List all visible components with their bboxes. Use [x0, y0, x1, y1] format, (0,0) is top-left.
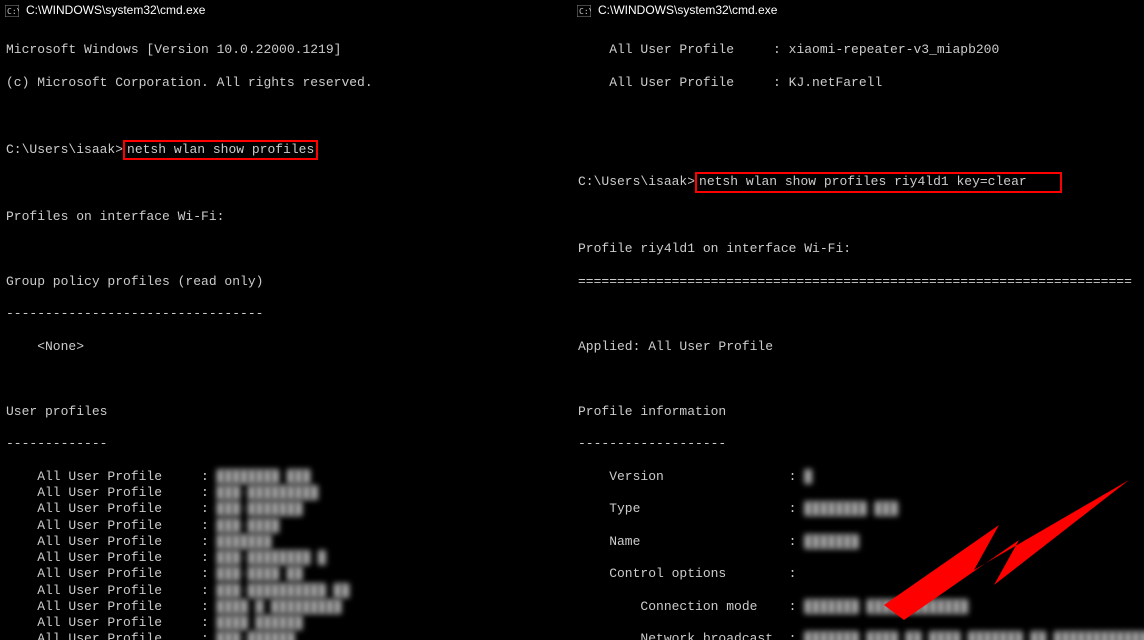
profile-label: All User Profile : — [6, 501, 217, 516]
svg-text:C:\: C:\ — [7, 7, 19, 16]
profile-label: All User Profile : — [6, 583, 217, 598]
profile-label: All User Profile : — [6, 615, 217, 630]
profile-value: ████████ ███ — [217, 469, 311, 484]
profile-row: All User Profile : ████████ ███ — [6, 469, 566, 485]
up-heading: User profiles — [6, 404, 566, 420]
profile-label: All User Profile : — [6, 485, 217, 500]
profile-value: ████ █ █████████ — [217, 599, 342, 614]
profile-row: All User Profile : ███-████████ █ — [6, 550, 566, 566]
right-prompt-line: C:\Users\isaak> netsh wlan show profiles … — [578, 172, 1138, 192]
top-profile-row-1: All User Profile : xiaomi-repeater-v3_mi… — [578, 42, 1138, 58]
pi-broadcast: Network broadcast : ███████ ████ ██ ████… — [578, 631, 1138, 640]
profile-label: All User Profile : — [6, 631, 217, 640]
gp-dashes: --------------------------------- — [6, 306, 566, 322]
profile-label: All User Profile : — [6, 469, 217, 484]
profile-row: All User Profile : ███-███████ — [6, 501, 566, 517]
profile-row: All User Profile : ███-█████████ — [6, 485, 566, 501]
profile-row: All User Profile : ███████ — [6, 534, 566, 550]
left-command-highlight: netsh wlan show profiles — [123, 140, 318, 160]
profile-row: All User Profile : ███-████ ██ — [6, 566, 566, 582]
profile-value: ███-██████ — [217, 631, 295, 640]
profile-list: All User Profile : ████████ ███ All User… — [6, 469, 566, 640]
pi-type: Type : ████████ ███ — [578, 501, 1138, 517]
right-window-title: C:\WINDOWS\system32\cmd.exe — [598, 3, 777, 18]
right-command: netsh wlan show profiles riy4ld1 key=cle… — [699, 174, 1027, 189]
profile-label: All User Profile : — [6, 566, 217, 581]
profile-label: All User Profile : — [6, 599, 217, 614]
right-prompt: C:\Users\isaak> — [578, 174, 695, 189]
right-terminal[interactable]: All User Profile : xiaomi-repeater-v3_mi… — [572, 22, 1144, 640]
profile-value: ███-█████████ — [217, 485, 318, 500]
left-copyright-line: (c) Microsoft Corporation. All rights re… — [6, 75, 566, 91]
applied-line: Applied: All User Profile — [578, 339, 1138, 355]
interface-heading: Profile riy4ld1 on interface Wi-Fi: — [578, 241, 1138, 257]
profile-value: ███████ — [217, 534, 272, 549]
profile-row: All User Profile : ███-██████ — [6, 631, 566, 640]
left-prompt: C:\Users\isaak> — [6, 142, 123, 157]
gp-none: <None> — [6, 339, 566, 355]
panes: C:\ C:\WINDOWS\system32\cmd.exe Microsof… — [0, 0, 1144, 640]
right-command-highlight: netsh wlan show profiles riy4ld1 key=cle… — [695, 172, 1062, 192]
pi-name: Name : ███████ — [578, 534, 1138, 550]
pi-ctrlopts: Control options : — [578, 566, 1138, 582]
svg-text:C:\: C:\ — [579, 7, 591, 16]
left-prompt-line: C:\Users\isaak> netsh wlan show profiles — [6, 140, 566, 160]
profile-row: All User Profile : ████ ██████ — [6, 615, 566, 631]
left-terminal[interactable]: Microsoft Windows [Version 10.0.22000.12… — [0, 22, 572, 640]
gp-heading: Group policy profiles (read only) — [6, 274, 566, 290]
profile-row: All User Profile : ███-████ — [6, 518, 566, 534]
profile-label: All User Profile : — [6, 534, 217, 549]
profile-label: All User Profile : — [6, 550, 217, 565]
left-header-line: Microsoft Windows [Version 10.0.22000.12… — [6, 42, 566, 58]
pi-version: Version : █ — [578, 469, 1138, 485]
interface-dashes: ========================================… — [578, 274, 1138, 290]
profile-value: ███-████ — [217, 518, 279, 533]
profile-value: ███-███████ — [217, 501, 303, 516]
right-titlebar[interactable]: C:\ C:\WINDOWS\system32\cmd.exe — [572, 0, 1144, 22]
left-pane: C:\ C:\WINDOWS\system32\cmd.exe Microsof… — [0, 0, 572, 640]
pi-connmode: Connection mode : ███████ █████████████ — [578, 599, 1138, 615]
cmd-icon: C:\ — [4, 3, 20, 19]
pi-heading: Profile information — [578, 404, 1138, 420]
left-window-title: C:\WINDOWS\system32\cmd.exe — [26, 3, 205, 18]
left-titlebar[interactable]: C:\ C:\WINDOWS\system32\cmd.exe — [0, 0, 572, 22]
up-dashes: ------------- — [6, 436, 566, 452]
right-pane: C:\ C:\WINDOWS\system32\cmd.exe All User… — [572, 0, 1144, 640]
profile-value: ████ ██████ — [217, 615, 303, 630]
cmd-icon: C:\ — [576, 3, 592, 19]
top-profile-row-2: All User Profile : KJ.netFarell — [578, 75, 1138, 91]
pi-dashes: ------------------- — [578, 436, 1138, 452]
profile-value: ███-██████████ ██ — [217, 583, 350, 598]
profile-row: All User Profile : ████ █ █████████ — [6, 599, 566, 615]
left-command: netsh wlan show profiles — [127, 142, 314, 157]
profile-row: All User Profile : ███-██████████ ██ — [6, 583, 566, 599]
profile-label: All User Profile : — [6, 518, 217, 533]
profiles-heading: Profiles on interface Wi-Fi: — [6, 209, 566, 225]
profile-value: ███-████ ██ — [217, 566, 303, 581]
profile-value: ███-████████ █ — [217, 550, 326, 565]
